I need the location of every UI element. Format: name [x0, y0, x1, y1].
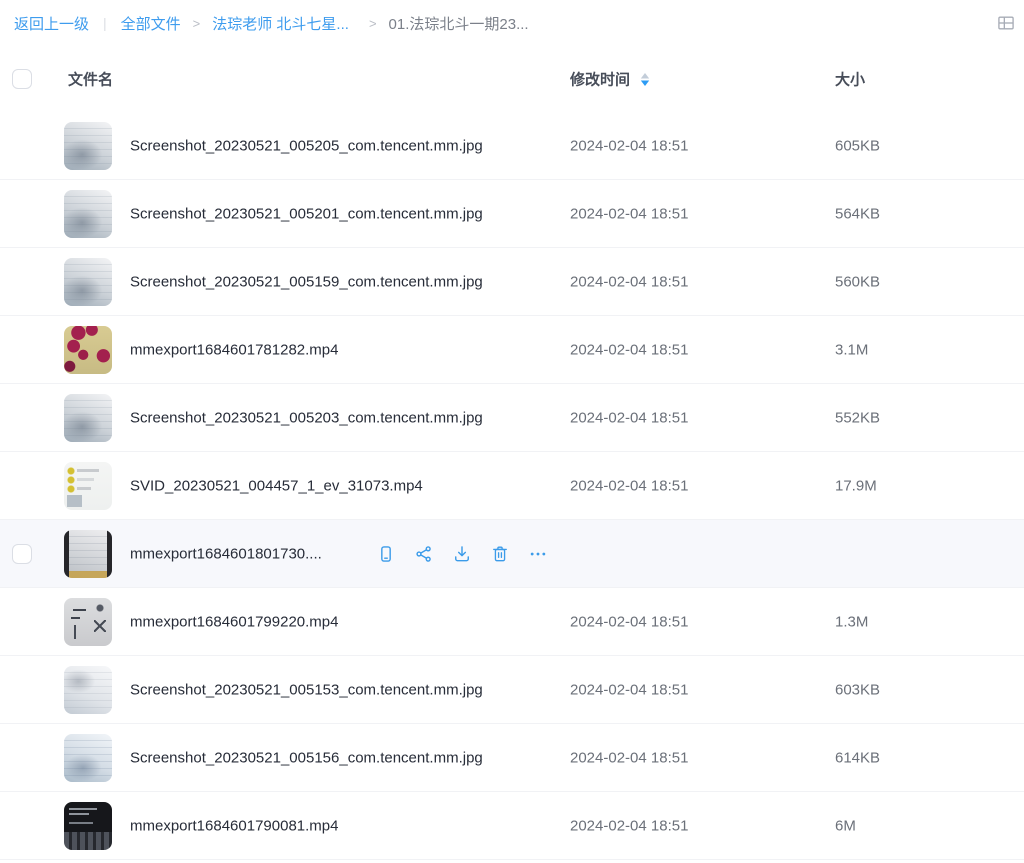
file-row[interactable]: mmexport1684601801730.... [0, 520, 1024, 588]
file-name[interactable]: Screenshot_20230521_005201_com.tencent.m… [130, 205, 483, 222]
file-modified-time: 2024-02-04 18:51 [570, 137, 688, 154]
file-row[interactable]: mmexport1684601799220.mp4 [0, 588, 1024, 656]
file-thumbnail[interactable] [64, 462, 112, 510]
file-thumbnail[interactable] [64, 598, 112, 646]
share-button[interactable] [414, 544, 434, 564]
chevron-right-icon: > [369, 16, 377, 31]
file-thumbnail[interactable] [64, 666, 112, 714]
file-size: 552KB [835, 409, 880, 426]
file-thumbnail[interactable] [64, 530, 112, 578]
file-row[interactable]: Screenshot_20230521_005156_com.tencent.m… [0, 724, 1024, 792]
breadcrumb-pipe: | [103, 15, 107, 31]
file-size: 17.9M [835, 477, 877, 494]
chevron-right-icon: > [193, 16, 201, 31]
file-row[interactable]: mmexport1684601781282.mp4 [0, 316, 1024, 384]
file-thumbnail[interactable] [64, 190, 112, 238]
save-to-phone-button[interactable] [376, 544, 396, 564]
file-modified-time: 2024-02-04 18:51 [570, 749, 688, 766]
download-icon [452, 544, 472, 564]
file-row[interactable]: SVID_20230521_004457_1_ev_31073.mp4 [0, 452, 1024, 520]
view-toggle-button[interactable] [994, 11, 1018, 35]
file-size: 1.3M [835, 613, 868, 630]
file-size: 560KB [835, 273, 880, 290]
delete-button[interactable] [490, 544, 510, 564]
file-row[interactable]: Screenshot_20230521_005205_com.tencent.m… [0, 112, 1024, 180]
file-modified-time: 2024-02-04 18:51 [570, 409, 688, 426]
file-thumbnail[interactable] [64, 394, 112, 442]
file-name[interactable]: Screenshot_20230521_005205_com.tencent.m… [130, 137, 483, 154]
file-modified-time: 2024-02-04 18:51 [570, 613, 688, 630]
file-modified-time: 2024-02-04 18:51 [570, 205, 688, 222]
column-header-modified: 修改时间 [570, 69, 651, 90]
sort-button[interactable] [639, 71, 651, 87]
grid-view-icon [996, 13, 1016, 33]
file-list: Screenshot_20230521_005205_com.tencent.m… [0, 112, 1024, 860]
file-size: 605KB [835, 137, 880, 154]
file-thumbnail[interactable] [64, 258, 112, 306]
file-modified-time: 2024-02-04 18:51 [570, 681, 688, 698]
file-name[interactable]: mmexport1684601790081.mp4 [130, 817, 338, 834]
file-size: 603KB [835, 681, 880, 698]
column-header-size: 大小 [835, 69, 865, 90]
file-size: 614KB [835, 749, 880, 766]
file-name[interactable]: Screenshot_20230521_005203_com.tencent.m… [130, 409, 483, 426]
breadcrumb-current: 01.法琮北斗一期23... [389, 13, 529, 34]
select-all-checkbox[interactable] [12, 69, 32, 89]
file-name[interactable]: mmexport1684601801730.... [130, 545, 322, 562]
file-size: 6M [835, 817, 856, 834]
breadcrumb-folder[interactable]: 法琮老师 北斗七星... [212, 13, 349, 34]
file-name[interactable]: SVID_20230521_004457_1_ev_31073.mp4 [130, 477, 423, 494]
row-checkbox[interactable] [12, 544, 32, 564]
file-thumbnail[interactable] [64, 122, 112, 170]
file-name[interactable]: Screenshot_20230521_005159_com.tencent.m… [130, 273, 483, 290]
file-name[interactable]: mmexport1684601799220.mp4 [130, 613, 338, 630]
file-thumbnail[interactable] [64, 802, 112, 850]
file-name[interactable]: Screenshot_20230521_005156_com.tencent.m… [130, 749, 483, 766]
file-row[interactable]: mmexport1684601790081.mp4 [0, 792, 1024, 860]
file-modified-time: 2024-02-04 18:51 [570, 477, 688, 494]
column-header-filename: 文件名 [68, 69, 113, 90]
row-actions [376, 544, 548, 564]
trash-icon [490, 544, 510, 564]
download-button[interactable] [452, 544, 472, 564]
back-to-parent-link[interactable]: 返回上一级 [14, 13, 89, 34]
file-modified-time: 2024-02-04 18:51 [570, 817, 688, 834]
table-header: 文件名 修改时间 大小 [0, 46, 1024, 112]
more-icon [528, 544, 548, 564]
phone-icon [376, 544, 396, 564]
file-size: 564KB [835, 205, 880, 222]
file-row[interactable]: Screenshot_20230521_005201_com.tencent.m… [0, 180, 1024, 248]
file-thumbnail[interactable] [64, 326, 112, 374]
file-row[interactable]: Screenshot_20230521_005203_com.tencent.m… [0, 384, 1024, 452]
file-name[interactable]: Screenshot_20230521_005153_com.tencent.m… [130, 681, 483, 698]
file-manager: 返回上一级 | 全部文件 > 法琮老师 北斗七星... > 01.法琮北斗一期2… [0, 0, 1024, 863]
breadcrumb-all-files[interactable]: 全部文件 [121, 13, 181, 34]
file-thumbnail[interactable] [64, 734, 112, 782]
share-icon [414, 544, 434, 564]
breadcrumb-bar: 返回上一级 | 全部文件 > 法琮老师 北斗七星... > 01.法琮北斗一期2… [0, 0, 1024, 46]
file-modified-time: 2024-02-04 18:51 [570, 273, 688, 290]
file-modified-time: 2024-02-04 18:51 [570, 341, 688, 358]
file-row[interactable]: Screenshot_20230521_005153_com.tencent.m… [0, 656, 1024, 724]
column-header-modified-label: 修改时间 [570, 69, 630, 90]
more-actions-button[interactable] [528, 544, 548, 564]
breadcrumb: 返回上一级 | 全部文件 > 法琮老师 北斗七星... > 01.法琮北斗一期2… [14, 13, 529, 34]
file-name[interactable]: mmexport1684601781282.mp4 [130, 341, 338, 358]
file-size: 3.1M [835, 341, 868, 358]
sort-arrows-icon [639, 71, 651, 87]
file-row[interactable]: Screenshot_20230521_005159_com.tencent.m… [0, 248, 1024, 316]
